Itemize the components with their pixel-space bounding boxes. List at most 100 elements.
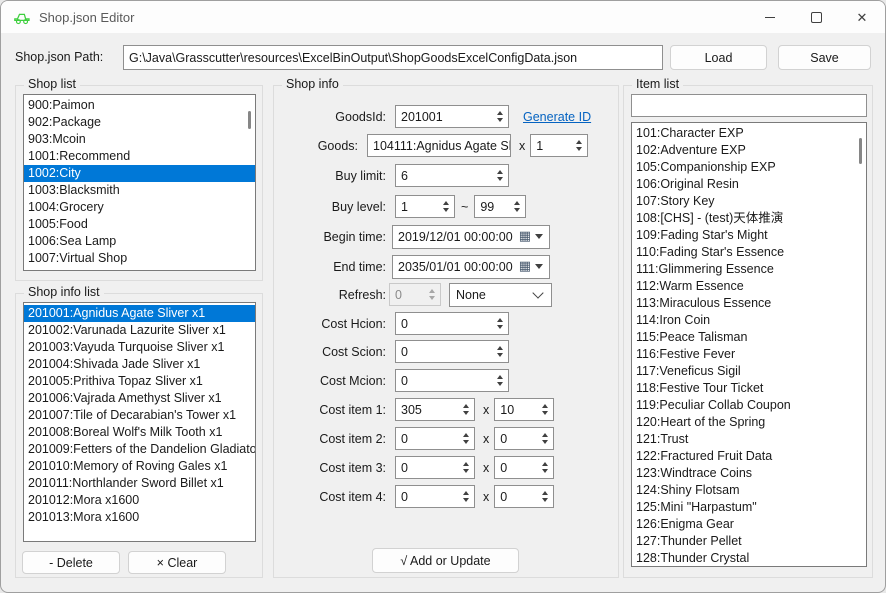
list-item[interactable]: 903:Mcoin bbox=[24, 131, 255, 148]
list-item[interactable]: 201005:Prithiva Topaz Sliver x1 bbox=[24, 373, 255, 390]
spin-down-icon[interactable] bbox=[463, 440, 469, 444]
list-item[interactable]: 117:Veneficus Sigil bbox=[632, 363, 866, 380]
list-item[interactable]: 127:Thunder Pellet bbox=[632, 533, 866, 550]
spin-up-icon[interactable] bbox=[497, 346, 503, 350]
end-time-picker[interactable]: 2035/01/01 00:00:00 ▦ bbox=[392, 255, 550, 279]
generate-id-link[interactable]: Generate ID bbox=[523, 110, 591, 124]
cost-mcion-spinner[interactable]: 0 bbox=[395, 369, 509, 392]
list-item[interactable]: 201007:Tile of Decarabian's Tower x1 bbox=[24, 407, 255, 424]
cost-scion-spinner[interactable]: 0 bbox=[395, 340, 509, 363]
list-item[interactable]: 122:Fractured Fruit Data bbox=[632, 448, 866, 465]
item-list-box[interactable]: 101:Character EXP102:Adventure EXP105:Co… bbox=[631, 122, 867, 567]
add-or-update-button[interactable]: √ Add or Update bbox=[372, 548, 519, 573]
save-button[interactable]: Save bbox=[778, 45, 871, 70]
spin-down-icon[interactable] bbox=[497, 177, 503, 181]
list-item[interactable]: 201008:Boreal Wolf's Milk Tooth x1 bbox=[24, 424, 255, 441]
list-item[interactable]: 111:Glimmering Essence bbox=[632, 261, 866, 278]
list-item[interactable]: 125:Mini "Harpastum" bbox=[632, 499, 866, 516]
list-item[interactable]: 107:Story Key bbox=[632, 193, 866, 210]
spin-down-icon[interactable] bbox=[542, 440, 548, 444]
spin-up-icon[interactable] bbox=[443, 201, 449, 205]
list-item[interactable]: 900:Paimon bbox=[24, 97, 255, 114]
buy-level-max-spinner[interactable]: 99 bbox=[474, 195, 526, 218]
minimize-button[interactable] bbox=[747, 1, 793, 33]
list-item[interactable]: 113:Miraculous Essence bbox=[632, 295, 866, 312]
list-item[interactable]: 1003:Blacksmith bbox=[24, 182, 255, 199]
list-item[interactable]: 123:Windtrace Coins bbox=[632, 465, 866, 482]
list-item[interactable]: 121:Trust bbox=[632, 431, 866, 448]
list-item[interactable]: 108:[CHS] - (test)天体推演 bbox=[632, 210, 866, 227]
cost-item-1-id-spinner[interactable]: 305 bbox=[395, 398, 475, 421]
spin-down-icon[interactable] bbox=[542, 469, 548, 473]
list-item[interactable]: 201004:Shivada Jade Sliver x1 bbox=[24, 356, 255, 373]
spin-up-icon[interactable] bbox=[497, 111, 503, 115]
list-item[interactable]: 110:Fading Star's Essence bbox=[632, 244, 866, 261]
cost-item-1-count-spinner[interactable]: 10 bbox=[494, 398, 554, 421]
spin-up-icon[interactable] bbox=[497, 318, 503, 322]
list-item[interactable]: 201002:Varunada Lazurite Sliver x1 bbox=[24, 322, 255, 339]
cost-item-2-id-spinner[interactable]: 0 bbox=[395, 427, 475, 450]
spin-down-icon[interactable] bbox=[542, 411, 548, 415]
spin-down-icon[interactable] bbox=[514, 208, 520, 212]
list-item[interactable]: 114:Iron Coin bbox=[632, 312, 866, 329]
spin-down-icon[interactable] bbox=[463, 498, 469, 502]
calendar-icon[interactable]: ▦ bbox=[519, 230, 531, 243]
spin-up-icon[interactable] bbox=[497, 375, 503, 379]
list-item[interactable]: 1001:Recommend bbox=[24, 148, 255, 165]
list-item[interactable]: 1005:Food bbox=[24, 216, 255, 233]
shop-info-list-box[interactable]: 201001:Agnidus Agate Sliver x1201002:Var… bbox=[23, 302, 256, 542]
spin-up-icon[interactable] bbox=[576, 140, 582, 144]
spin-up-icon[interactable] bbox=[463, 462, 469, 466]
list-item[interactable]: 201011:Northlander Sword Billet x1 bbox=[24, 475, 255, 492]
goodsid-spinner[interactable]: 201001 bbox=[395, 105, 509, 128]
list-item[interactable]: 1004:Grocery bbox=[24, 199, 255, 216]
calendar-icon[interactable]: ▦ bbox=[519, 260, 531, 273]
list-item[interactable]: 112:Warm Essence bbox=[632, 278, 866, 295]
list-item[interactable]: 201010:Memory of Roving Gales x1 bbox=[24, 458, 255, 475]
list-item[interactable]: 1007:Virtual Shop bbox=[24, 250, 255, 267]
cost-item-3-id-spinner[interactable]: 0 bbox=[395, 456, 475, 479]
list-item[interactable]: 101:Character EXP bbox=[632, 125, 866, 142]
list-item[interactable]: 201001:Agnidus Agate Sliver x1 bbox=[24, 305, 255, 322]
close-button[interactable]: ✕ bbox=[839, 1, 885, 33]
cost-item-3-count-spinner[interactable]: 0 bbox=[494, 456, 554, 479]
shop-list-box[interactable]: 900:Paimon902:Package903:Mcoin1001:Recom… bbox=[23, 94, 256, 271]
list-item[interactable]: 106:Original Resin bbox=[632, 176, 866, 193]
list-item[interactable]: 201013:Mora x1600 bbox=[24, 509, 255, 526]
list-item[interactable]: 902:Package bbox=[24, 114, 255, 131]
list-item[interactable]: 126:Enigma Gear bbox=[632, 516, 866, 533]
spin-up-icon[interactable] bbox=[463, 491, 469, 495]
delete-button[interactable]: - Delete bbox=[22, 551, 120, 574]
spin-up-icon[interactable] bbox=[497, 170, 503, 174]
cost-item-4-id-spinner[interactable]: 0 bbox=[395, 485, 475, 508]
spin-down-icon[interactable] bbox=[497, 118, 503, 122]
spin-up-icon[interactable] bbox=[542, 491, 548, 495]
list-item[interactable]: 1006:Sea Lamp bbox=[24, 233, 255, 250]
list-item[interactable]: 118:Festive Tour Ticket bbox=[632, 380, 866, 397]
spin-up-icon[interactable] bbox=[542, 462, 548, 466]
list-item[interactable]: 128:Thunder Crystal bbox=[632, 550, 866, 567]
cost-item-4-count-spinner[interactable]: 0 bbox=[494, 485, 554, 508]
clear-button[interactable]: × Clear bbox=[128, 551, 226, 574]
list-item[interactable]: 120:Heart of the Spring bbox=[632, 414, 866, 431]
spin-down-icon[interactable] bbox=[497, 325, 503, 329]
dropdown-arrow-icon[interactable] bbox=[535, 234, 543, 239]
goods-combo[interactable]: 104111:Agnidus Agate Sliver bbox=[367, 134, 511, 157]
refresh-mode-dropdown[interactable]: None bbox=[449, 283, 552, 307]
scrollbar-thumb[interactable] bbox=[248, 111, 251, 129]
list-item[interactable]: 124:Shiny Flotsam bbox=[632, 482, 866, 499]
spin-down-icon[interactable] bbox=[463, 411, 469, 415]
path-input[interactable] bbox=[123, 45, 663, 70]
list-item[interactable]: 102:Adventure EXP bbox=[632, 142, 866, 159]
dropdown-arrow-icon[interactable] bbox=[535, 264, 543, 269]
spin-down-icon[interactable] bbox=[443, 208, 449, 212]
load-button[interactable]: Load bbox=[670, 45, 767, 70]
list-item[interactable]: 201006:Vajrada Amethyst Sliver x1 bbox=[24, 390, 255, 407]
item-search-input[interactable] bbox=[631, 94, 867, 117]
list-item[interactable]: 119:Peculiar Collab Coupon bbox=[632, 397, 866, 414]
list-item[interactable]: 109:Fading Star's Might bbox=[632, 227, 866, 244]
cost-item-2-count-spinner[interactable]: 0 bbox=[494, 427, 554, 450]
spin-up-icon[interactable] bbox=[542, 404, 548, 408]
spin-up-icon[interactable] bbox=[463, 433, 469, 437]
spin-down-icon[interactable] bbox=[497, 353, 503, 357]
